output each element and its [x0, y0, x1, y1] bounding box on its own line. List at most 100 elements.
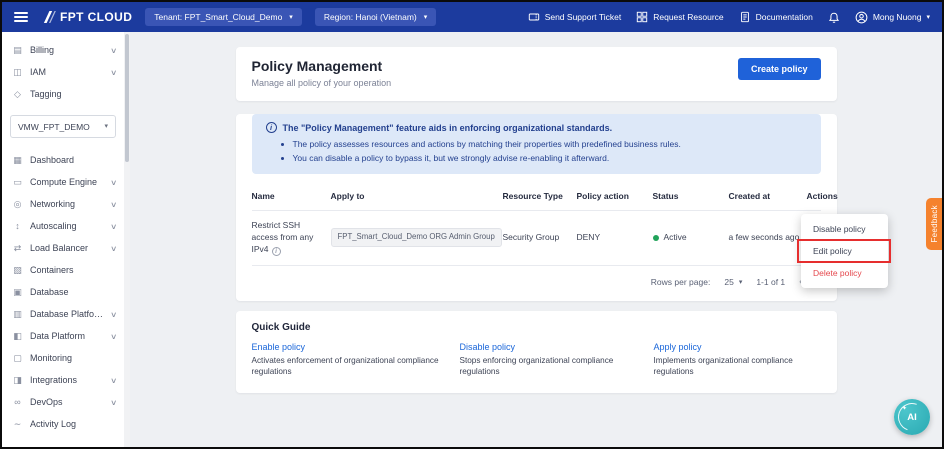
fpt-cloud-logo[interactable]: FPT CLOUD [41, 10, 132, 24]
sidebar-item-devops[interactable]: ∞ DevOps ∨ [2, 391, 124, 413]
guide-disable-policy: Disable policy Stops enforcing organizat… [460, 342, 642, 378]
col-apply-to: Apply to [330, 191, 365, 202]
banner-title: The "Policy Management" feature aids in … [282, 122, 613, 133]
user-avatar-icon [855, 11, 868, 24]
sidebar-item-billing[interactable]: ▤ Billing ∨ [2, 39, 124, 61]
sidebar-item-database-platform[interactable]: ▥ Database Platform ∨ [2, 303, 124, 325]
delete-policy-menu-item[interactable]: Delete policy [801, 262, 888, 284]
user-name: Mong Nuong [872, 12, 922, 22]
chevron-down-icon: ∨ [109, 221, 117, 231]
banner-bullet: You can disable a policy to bypass it, b… [293, 151, 807, 165]
apply-policy-desc: Implements organizational compliance reg… [653, 355, 793, 377]
feedback-tab[interactable]: Feedback [926, 198, 942, 250]
status-dot [652, 234, 659, 241]
document-icon [739, 11, 751, 23]
monitoring-icon: ▢ [13, 352, 22, 363]
sidebar-item-activity-log[interactable]: ∼ Activity Log [2, 413, 124, 435]
chevron-down-icon: ∨ [109, 243, 117, 253]
user-menu[interactable]: Mong Nuong ▾ [855, 11, 930, 24]
info-icon [265, 122, 277, 133]
dashboard-icon: ▦ [13, 154, 22, 165]
autoscaling-icon: ↕ [15, 221, 20, 231]
sidebar-item-autoscaling[interactable]: ↕ Autoscaling ∨ [2, 215, 124, 237]
menu-hamburger-icon[interactable] [14, 11, 28, 23]
ticket-icon [528, 11, 540, 23]
quick-guide-title: Quick Guide [251, 321, 311, 333]
chevron-down-icon: ∨ [109, 331, 117, 341]
region-selector[interactable]: Region: Hanoi (Vietnam) ▾ [314, 8, 437, 26]
disable-policy-menu-item[interactable]: Disable policy [801, 218, 888, 240]
enable-policy-desc: Activates enforcement of organizational … [251, 355, 439, 377]
policy-table-card: The "Policy Management" feature aids in … [235, 114, 838, 301]
enable-policy-link[interactable]: Enable policy [252, 342, 448, 352]
create-policy-button[interactable]: Create policy [737, 58, 821, 80]
col-status: Status [652, 191, 679, 202]
chevron-down-icon: ▾ [738, 278, 743, 286]
apply-to-cell: FPT_Smart_Cloud_Demo ORG Admin Group [330, 219, 503, 256]
sidebar-item-integrations[interactable]: ◨ Integrations ∨ [2, 369, 124, 391]
chevron-down-icon: ▾ [289, 13, 293, 21]
ai-assistant-button[interactable]: ✦ AI [894, 399, 930, 435]
topbar: FPT CLOUD Tenant: FPT_Smart_Cloud_Demo ▾… [2, 2, 942, 32]
project-select[interactable]: VMW_FPT_DEMO ▾ [10, 115, 116, 138]
edit-policy-menu-item[interactable]: Edit policy [797, 239, 891, 263]
load-balancer-icon: ⇄ [13, 242, 22, 253]
rows-per-page-select[interactable]: 25 ▾ [724, 277, 742, 287]
data-platform-icon: ◧ [13, 330, 22, 341]
grid-icon [636, 11, 648, 23]
banner-bullet: The policy assesses resources and action… [293, 137, 807, 151]
database-platform-icon: ▥ [13, 308, 22, 319]
chevron-down-icon: ∨ [109, 309, 117, 319]
sidebar-item-containers[interactable]: ▧ Containers [2, 259, 124, 281]
sidebar-item-networking[interactable]: ◎ Networking ∨ [2, 193, 124, 215]
status-label: Active [663, 232, 687, 242]
billing-icon: ▤ [13, 44, 22, 55]
page-header-card: Policy Management Manage all policy of y… [235, 47, 837, 101]
col-policy-action: Policy action [576, 191, 629, 202]
request-resource-link[interactable]: Request Resource [636, 11, 724, 23]
compute-icon: ▭ [13, 176, 22, 187]
database-icon: ▣ [13, 286, 22, 297]
policy-name-cell: Restrict SSH access from any IPv4 [252, 211, 331, 265]
sidebar-item-compute-engine[interactable]: ▭ Compute Engine ∨ [2, 171, 124, 193]
activity-log-icon: ∼ [13, 418, 22, 429]
chevron-down-icon: ∨ [109, 177, 117, 187]
status-cell: Active [652, 223, 729, 253]
tag-icon: ◇ [14, 88, 21, 99]
tenant-selector[interactable]: Tenant: FPT_Smart_Cloud_Demo ▾ [145, 8, 302, 26]
disable-policy-link[interactable]: Disable policy [460, 342, 642, 352]
scrollbar-thumb[interactable] [125, 34, 129, 162]
sidebar-item-data-platform[interactable]: ◧ Data Platform ∨ [2, 325, 124, 347]
integrations-icon: ◨ [13, 374, 22, 385]
disable-policy-desc: Stops enforcing organizational complianc… [459, 355, 614, 377]
logo-text: FPT CLOUD [60, 10, 133, 24]
page-title: Policy Management [251, 58, 383, 74]
col-resource-type: Resource Type [502, 191, 563, 202]
chevron-down-icon: ∨ [109, 45, 117, 55]
guide-apply-policy: Apply policy Implements organizational c… [654, 342, 821, 378]
rows-per-page-label: Rows per page: [650, 277, 711, 288]
sidebar-item-tagging[interactable]: ◇ Tagging [2, 83, 124, 105]
row-context-menu: Disable policy Edit policy Delete policy [797, 214, 891, 288]
documentation-link[interactable]: Documentation [739, 11, 813, 23]
pagination: Rows per page: 25 ▾ 1-1 of 1 ‹ › [236, 266, 837, 300]
chevron-down-icon: ∨ [109, 375, 117, 385]
policy-action-cell: DENY [576, 232, 601, 242]
page-subtitle: Manage all policy of your operation [251, 78, 392, 88]
sidebar-item-database[interactable]: ▣ Database [2, 281, 124, 303]
send-support-ticket-link[interactable]: Send Support Ticket [528, 11, 621, 23]
app-window: FPT CLOUD Tenant: FPT_Smart_Cloud_Demo ▾… [0, 0, 944, 449]
apply-policy-link[interactable]: Apply policy [654, 342, 821, 352]
sidebar-item-load-balancer[interactable]: ⇄ Load Balancer ∨ [2, 237, 124, 259]
notification-bell-icon[interactable] [828, 11, 840, 24]
sidebar-item-dashboard[interactable]: ▦ Dashboard [2, 149, 124, 171]
guide-enable-policy: Enable policy Activates enforcement of o… [252, 342, 448, 378]
sidebar-item-monitoring[interactable]: ▢ Monitoring [2, 347, 124, 369]
sparkle-icon: ✦ [902, 406, 908, 412]
chevron-down-icon: ∨ [109, 67, 117, 77]
sidebar-item-iam[interactable]: ◫ IAM ∨ [2, 61, 124, 83]
containers-icon: ▧ [13, 264, 22, 275]
topbar-right: Send Support Ticket Request Resource Doc… [528, 11, 930, 24]
sidebar-scrollbar[interactable] [124, 32, 130, 447]
quick-guide-card: Quick Guide Enable policy Activates enfo… [235, 310, 837, 393]
